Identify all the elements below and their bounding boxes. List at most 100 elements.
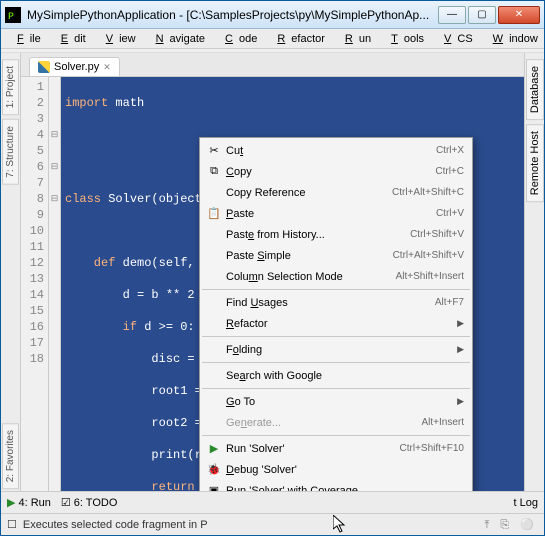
context-shortcut: Ctrl+X xyxy=(436,145,464,156)
submenu-arrow-icon: ▶ xyxy=(457,318,464,329)
editor-tab-solver[interactable]: Solver.py ✕ xyxy=(29,57,120,76)
line-number: 17 xyxy=(23,335,44,351)
context-item[interactable]: Folding▶ xyxy=(200,339,472,360)
line-number: 3 xyxy=(23,111,44,127)
context-item-label: Run 'Solver' with Coverage xyxy=(224,485,464,492)
left-tool-strip: 1: Project 7: Structure 2: Favorites xyxy=(1,53,21,491)
context-shortcut: Alt+F7 xyxy=(435,297,464,308)
paste-icon: 📋 xyxy=(204,207,224,220)
submenu-arrow-icon: ▶ xyxy=(457,344,464,355)
fold-gutter: ⊟⊟⊟ xyxy=(49,77,61,491)
context-item[interactable]: Go To▶ xyxy=(200,391,472,412)
context-item-label: Find Usages xyxy=(224,297,435,309)
status-text: Executes selected code fragment in P xyxy=(23,519,208,531)
context-item-label: Generate... xyxy=(224,417,421,429)
context-separator xyxy=(202,435,470,436)
context-shortcut: Alt+Shift+Insert xyxy=(396,271,464,282)
run-icon: ▶ xyxy=(7,496,15,509)
context-item-label: Search with Google xyxy=(224,370,464,382)
line-number: 10 xyxy=(23,223,44,239)
menu-edit[interactable]: Edit xyxy=(49,31,92,47)
menu-refactor[interactable]: Refactor xyxy=(265,31,331,47)
context-item[interactable]: Column Selection ModeAlt+Shift+Insert xyxy=(200,266,472,287)
line-number: 12 xyxy=(23,255,44,271)
line-number: 13 xyxy=(23,271,44,287)
app-icon: P xyxy=(5,7,21,23)
line-number: 7 xyxy=(23,175,44,191)
line-number: 6 xyxy=(23,159,44,175)
line-number: 16 xyxy=(23,319,44,335)
run-tool-button[interactable]: ▶4: Run xyxy=(7,496,51,509)
context-item[interactable]: Find UsagesAlt+F7 xyxy=(200,292,472,313)
context-item-label: Folding xyxy=(224,344,457,356)
context-shortcut: Alt+Insert xyxy=(421,417,464,428)
context-shortcut: Ctrl+Shift+F10 xyxy=(400,443,464,454)
line-number: 9 xyxy=(23,207,44,223)
remote-host-tool-tab[interactable]: Remote Host xyxy=(526,124,544,202)
todo-icon: ☑ xyxy=(61,496,71,509)
context-shortcut: Ctrl+Alt+Shift+V xyxy=(393,250,464,261)
line-number: 8 xyxy=(23,191,44,207)
menu-tools[interactable]: Tools xyxy=(379,31,430,47)
right-tool-strip: Database Remote Host xyxy=(524,53,544,491)
context-separator xyxy=(202,362,470,363)
body-area: 1: Project 7: Structure 2: Favorites Sol… xyxy=(1,53,544,491)
context-item[interactable]: 📋PasteCtrl+V xyxy=(200,203,472,224)
bottom-tool-bar: ▶4: Run ☑6: TODO t Log xyxy=(1,491,544,513)
todo-tool-button[interactable]: ☑6: TODO xyxy=(61,496,117,509)
database-tool-tab[interactable]: Database xyxy=(526,59,544,120)
context-item[interactable]: Paste from History...Ctrl+Shift+V xyxy=(200,224,472,245)
close-button[interactable]: ✕ xyxy=(498,6,540,24)
main-window: P MySimplePythonApplication - [C:\Sample… xyxy=(0,0,545,536)
context-item-label: Run 'Solver' xyxy=(224,443,400,455)
structure-tool-tab[interactable]: 7: Structure xyxy=(2,119,19,185)
event-log-button[interactable]: t Log xyxy=(514,497,538,509)
line-number: 4 xyxy=(23,127,44,143)
context-item[interactable]: Search with Google xyxy=(200,365,472,386)
titlebar: P MySimplePythonApplication - [C:\Sample… xyxy=(1,1,544,29)
status-icons[interactable]: ⤒ ⎘ ⚪ xyxy=(485,518,538,532)
menu-code[interactable]: Code xyxy=(213,31,263,47)
project-tool-tab[interactable]: 1: Project xyxy=(2,59,19,115)
submenu-arrow-icon: ▶ xyxy=(457,396,464,407)
context-shortcut: Ctrl+V xyxy=(436,208,464,219)
context-item-label: Go To xyxy=(224,396,457,408)
menu-vcs[interactable]: VCS xyxy=(432,31,479,47)
status-checkbox[interactable]: ☐ xyxy=(7,518,17,531)
context-separator xyxy=(202,289,470,290)
line-number: 5 xyxy=(23,143,44,159)
menu-view[interactable]: View xyxy=(94,31,142,47)
menu-window[interactable]: Window xyxy=(481,31,544,47)
coverage-icon: ▣ xyxy=(204,484,224,491)
maximize-button[interactable]: ▢ xyxy=(468,6,496,24)
close-tab-icon[interactable]: ✕ xyxy=(103,62,111,73)
window-title: MySimplePythonApplication - [C:\SamplesP… xyxy=(27,8,436,22)
context-item[interactable]: ⧉CopyCtrl+C xyxy=(200,161,472,182)
cut-icon: ✂ xyxy=(204,144,224,157)
context-item[interactable]: 🐞Debug 'Solver' xyxy=(200,459,472,480)
context-item-label: Cut xyxy=(224,145,436,157)
context-item[interactable]: ▣Run 'Solver' with Coverage xyxy=(200,480,472,491)
menu-run[interactable]: Run xyxy=(333,31,377,47)
context-shortcut: Ctrl+C xyxy=(435,166,464,177)
context-item[interactable]: Paste SimpleCtrl+Alt+Shift+V xyxy=(200,245,472,266)
minimize-button[interactable]: — xyxy=(438,6,466,24)
context-item[interactable]: Refactor▶ xyxy=(200,313,472,334)
context-item[interactable]: ✂CutCtrl+X xyxy=(200,140,472,161)
debug-icon: 🐞 xyxy=(204,463,224,476)
context-shortcut: Ctrl+Alt+Shift+C xyxy=(392,187,464,198)
favorites-tool-tab[interactable]: 2: Favorites xyxy=(2,423,19,489)
svg-text:P: P xyxy=(8,12,14,23)
line-number: 14 xyxy=(23,287,44,303)
run-icon: ▶ xyxy=(204,442,224,455)
context-shortcut: Ctrl+Shift+V xyxy=(410,229,464,240)
line-number: 11 xyxy=(23,239,44,255)
context-item-label: Refactor xyxy=(224,318,457,330)
menu-file[interactable]: File xyxy=(5,31,47,47)
menu-navigate[interactable]: Navigate xyxy=(144,31,211,47)
python-file-icon xyxy=(38,61,50,73)
context-item-label: Paste from History... xyxy=(224,229,410,241)
context-item[interactable]: ▶Run 'Solver'Ctrl+Shift+F10 xyxy=(200,438,472,459)
context-item[interactable]: Copy ReferenceCtrl+Alt+Shift+C xyxy=(200,182,472,203)
context-item-label: Debug 'Solver' xyxy=(224,464,464,476)
